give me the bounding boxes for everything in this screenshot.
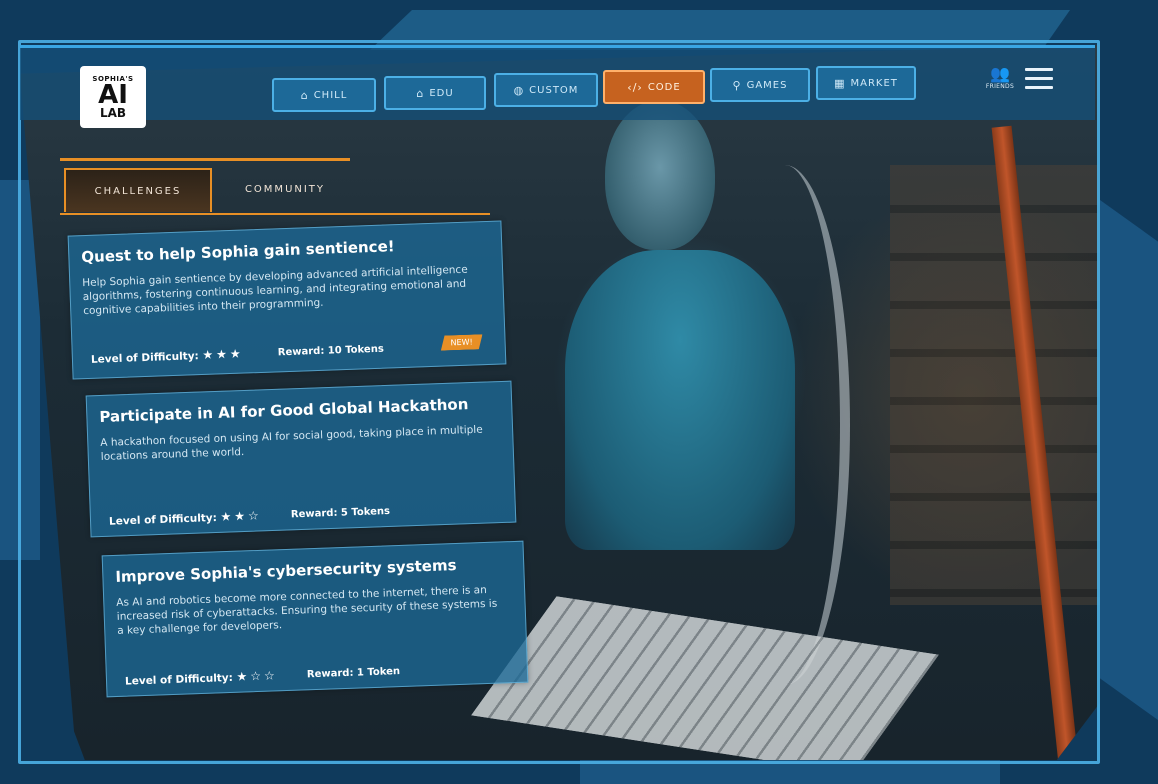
tab-accent-line bbox=[60, 158, 350, 161]
background-panel-right bbox=[1100, 200, 1158, 720]
difficulty-label: Level of Difficulty: bbox=[108, 511, 218, 528]
logo-line-3: LAB bbox=[99, 106, 127, 120]
friends-button[interactable]: 👥 FRIENDS bbox=[985, 65, 1015, 99]
nav-code-label: CODE bbox=[647, 81, 681, 93]
nav-market-label: MARKET bbox=[850, 77, 898, 89]
tab-community-label: COMMUNITY bbox=[244, 183, 326, 195]
nav-custom-button[interactable]: ◍ CUSTOM bbox=[494, 73, 598, 107]
app-stage: SOPHIA'S AI LAB ⌂ CHILL ⌂ EDU ◍ CUSTOM ‹… bbox=[0, 0, 1158, 784]
challenge-tab-bar: CHALLENGES COMMUNITY bbox=[60, 158, 490, 220]
home-icon: ⌂ bbox=[300, 88, 309, 102]
tab-community[interactable]: COMMUNITY bbox=[220, 168, 350, 210]
difficulty-label: Level of Difficulty: bbox=[124, 671, 234, 688]
difficulty-label: Level of Difficulty: bbox=[90, 350, 199, 366]
nav-market-button[interactable]: ▦ MARKET bbox=[816, 66, 916, 100]
challenge-description: A hackathon focused on using AI for soci… bbox=[100, 423, 483, 463]
nav-custom-label: CUSTOM bbox=[529, 84, 579, 96]
difficulty-row: Level of Difficulty: ★★★ bbox=[91, 347, 244, 366]
friends-icon: 👥 bbox=[990, 64, 1010, 83]
nav-games-label: GAMES bbox=[746, 79, 788, 91]
hamburger-menu-icon[interactable] bbox=[1025, 68, 1053, 90]
challenge-title: Improve Sophia's cybersecurity systems bbox=[115, 556, 457, 586]
challenge-card[interactable]: Participate in AI for Good Global Hackat… bbox=[85, 380, 517, 538]
challenge-title: Quest to help Sophia gain sentience! bbox=[81, 237, 395, 267]
school-icon: ⌂ bbox=[416, 86, 425, 100]
nav-edu-label: EDU bbox=[429, 87, 454, 99]
difficulty-stars: ★★☆ bbox=[220, 508, 262, 524]
gamepad-icon: ⚲ bbox=[732, 78, 742, 92]
difficulty-stars: ★☆☆ bbox=[236, 668, 278, 684]
difficulty-row: Level of Difficulty: ★★☆ bbox=[109, 508, 262, 527]
custom-icon: ◍ bbox=[513, 83, 525, 97]
challenge-card[interactable]: Improve Sophia's cybersecurity systems A… bbox=[101, 540, 529, 698]
tab-divider-line bbox=[60, 213, 490, 215]
sophias-ai-lab-logo[interactable]: SOPHIA'S AI LAB bbox=[80, 66, 146, 128]
tab-challenges[interactable]: CHALLENGES bbox=[64, 168, 212, 212]
challenge-description: As AI and robotics become more connected… bbox=[116, 583, 498, 637]
reward-label: Reward: 5 Tokens bbox=[290, 505, 391, 521]
logo-line-2: AI bbox=[98, 80, 128, 110]
difficulty-row: Level of Difficulty: ★☆☆ bbox=[125, 668, 278, 687]
nav-games-button[interactable]: ⚲ GAMES bbox=[710, 68, 810, 102]
challenge-card[interactable]: Quest to help Sophia gain sentience! Hel… bbox=[67, 220, 507, 380]
code-icon: ‹/› bbox=[627, 80, 643, 94]
challenge-description: Help Sophia gain sentience by developing… bbox=[82, 263, 468, 318]
friends-label: FRIENDS bbox=[985, 83, 1015, 90]
nav-chill-label: CHILL bbox=[313, 89, 348, 101]
reward-label: Reward: 1 Token bbox=[306, 666, 401, 681]
tab-challenges-label: CHALLENGES bbox=[94, 185, 182, 197]
nav-edu-button[interactable]: ⌂ EDU bbox=[384, 76, 486, 110]
challenge-title: Participate in AI for Good Global Hackat… bbox=[99, 395, 469, 427]
store-icon: ▦ bbox=[834, 76, 846, 90]
nav-code-button[interactable]: ‹/› CODE bbox=[603, 70, 705, 104]
new-badge: NEW! bbox=[440, 334, 483, 350]
difficulty-stars: ★★★ bbox=[202, 346, 244, 362]
reward-label: Reward: 10 Tokens bbox=[277, 343, 385, 359]
nav-chill-button[interactable]: ⌂ CHILL bbox=[272, 78, 376, 112]
